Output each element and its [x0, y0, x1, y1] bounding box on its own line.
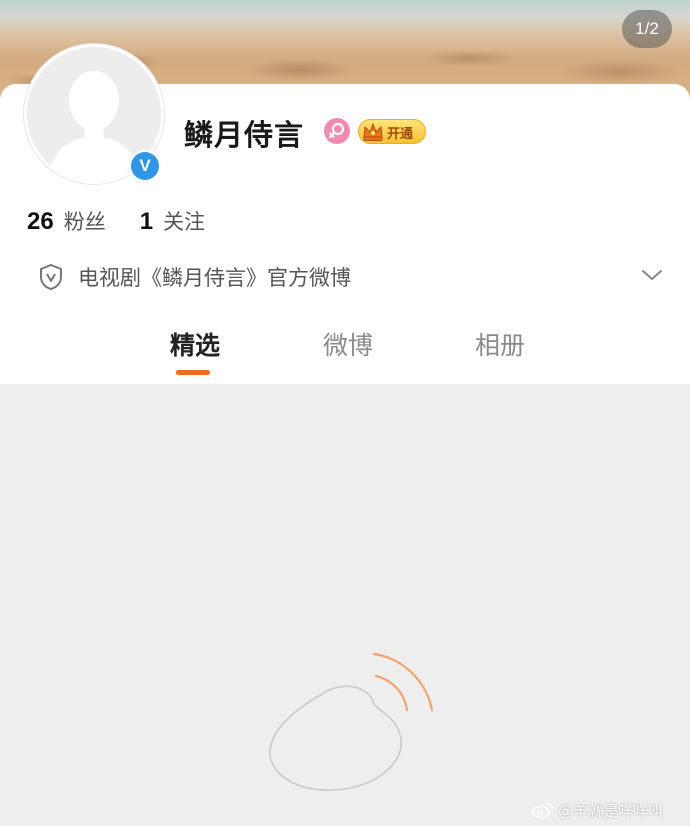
chevron-down-icon[interactable] [640, 267, 664, 283]
page-indicator: 1/2 [622, 10, 672, 48]
followers-count[interactable]: 26 [27, 208, 54, 236]
following-label[interactable]: 关注 [163, 206, 205, 236]
weibo-watermark: @羊就是咩咩叫 [532, 798, 663, 822]
tab-weibo[interactable]: 微博 [323, 326, 373, 362]
active-tab-indicator [176, 370, 210, 375]
shield-v-icon [40, 263, 62, 291]
verified-badge[interactable]: V [129, 150, 161, 182]
female-gender-icon [324, 118, 350, 144]
verified-v-icon: V [131, 152, 159, 180]
verification-intro[interactable]: 电视剧《鳞月侍言》官方微博 [38, 259, 668, 293]
vip-badge-label: 开通 [387, 127, 414, 142]
crown-icon [363, 122, 383, 141]
watermark-text: @羊就是咩咩叫 [558, 801, 664, 820]
username: 鳞月侍言 [184, 118, 305, 152]
weibo-icon [532, 802, 553, 819]
profile-stats: 26 粉丝 1 关注 [27, 206, 205, 236]
profile-tabs: 精选 微博 相册 [0, 326, 690, 378]
following-count[interactable]: 1 [140, 208, 153, 236]
tab-album[interactable]: 相册 [475, 326, 525, 362]
verification-text: 电视剧《鳞月侍言》官方微博 [78, 266, 351, 290]
tab-featured[interactable]: 精选 [170, 326, 220, 362]
vip-open-button[interactable]: 开通 [358, 119, 426, 144]
weibo-logo-icon [269, 652, 434, 791]
followers-label[interactable]: 粉丝 [64, 206, 106, 236]
